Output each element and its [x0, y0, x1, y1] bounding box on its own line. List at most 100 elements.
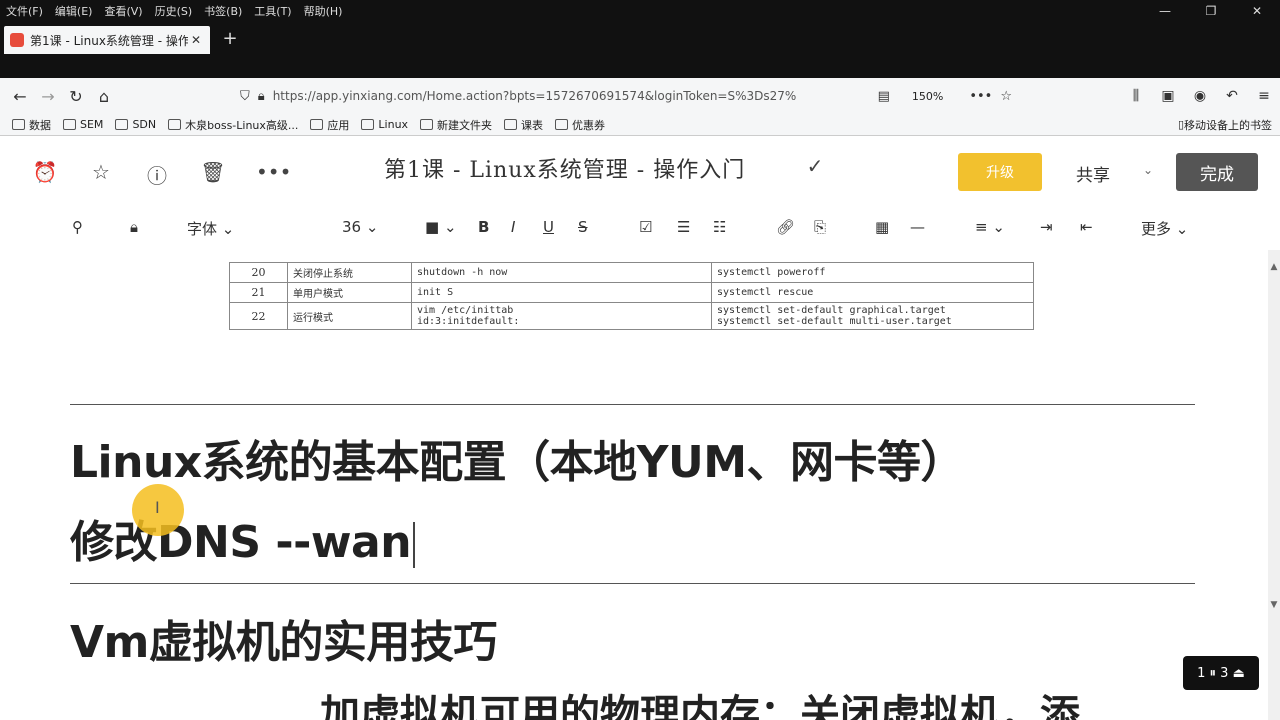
menu-icon[interactable]: ≡ — [1248, 88, 1280, 104]
star-icon[interactable]: ☆ — [1000, 89, 1012, 104]
nav-right-tools: ⫼ ▣ ◉ ↶ ≡ — [1120, 78, 1280, 114]
sync-check-icon: ✓ — [806, 154, 824, 178]
library-icon[interactable]: ⫼ — [1120, 88, 1152, 104]
menu-file[interactable]: 文件(F) — [0, 3, 49, 19]
forward-icon[interactable]: → — [34, 87, 62, 106]
bookmark-item[interactable]: 数据 — [12, 117, 51, 133]
table-row: 21 单用户模式 init S systemctl rescue — [229, 282, 1034, 303]
bookmark-item[interactable]: 优惠券 — [555, 117, 605, 133]
restore-button[interactable]: ❐ — [1188, 4, 1234, 18]
underline-icon[interactable]: U — [543, 218, 554, 236]
more-format-select[interactable]: 更多 ⌄ — [1141, 218, 1188, 239]
bookmarks-bar: 数据 SEM SDN 木泉boss-Linux高级... 应用 Linux 新建… — [0, 114, 1280, 136]
bookmark-item[interactable]: SEM — [63, 118, 103, 131]
bookmark-item[interactable]: SDN — [115, 118, 156, 131]
note-title[interactable]: 第1课 - Linux系统管理 - 操作入门 — [384, 152, 745, 184]
star-icon[interactable]: ☆ — [86, 160, 116, 184]
bookmark-item[interactable]: 应用 — [310, 117, 349, 133]
heading-vm-tips[interactable]: Vm虚拟机的实用技巧 — [70, 606, 497, 670]
bookmark-icon — [168, 119, 182, 130]
scroll-down-icon[interactable]: ▼ — [1268, 600, 1280, 610]
note-body[interactable]: 20 关闭停止系统 shutdown -h now systemctl powe… — [0, 250, 1268, 720]
strikethrough-icon[interactable]: S — [578, 218, 588, 236]
table-row: 22 运行模式 vim /etc/inittab id:3:initdefault… — [229, 302, 1034, 330]
chevron-down-icon[interactable]: ⌄ — [1143, 163, 1153, 177]
done-button[interactable]: 完成 — [1176, 153, 1258, 191]
menu-help[interactable]: 帮助(H) — [298, 3, 349, 19]
folder-icon — [115, 119, 129, 130]
bullet-list-icon[interactable]: ☰ — [677, 218, 690, 236]
recording-control-widget[interactable]: 1 ⏸ 3 ⏏ — [1183, 656, 1259, 690]
info-icon[interactable]: ⓘ — [142, 160, 172, 189]
menu-tools[interactable]: 工具(T) — [248, 3, 297, 19]
align-select[interactable]: ≡ ⌄ — [975, 218, 1005, 236]
tab-title: 第1课 - Linux系统管理 - 操作 — [30, 33, 188, 48]
browser-tab[interactable]: 第1课 - Linux系统管理 - 操作 ✕ — [4, 26, 210, 54]
table-cell: 20 — [229, 262, 288, 283]
mouse-highlight: I — [132, 484, 184, 536]
mobile-bookmarks[interactable]: ▯ 移动设备上的书签 — [1178, 117, 1272, 133]
divider — [70, 404, 1195, 405]
outdent-icon[interactable]: ⇤ — [1080, 218, 1093, 236]
scrollbar[interactable]: ▲ ▼ — [1268, 250, 1280, 720]
folder-icon — [12, 119, 25, 130]
account-icon[interactable]: ◉ — [1184, 88, 1216, 104]
reader-icon[interactable]: ▤ — [878, 89, 890, 104]
table-cell: 关闭停止系统 — [287, 262, 412, 283]
share-button[interactable]: 共享 — [1076, 161, 1110, 186]
indent-icon[interactable]: ⇥ — [1040, 218, 1053, 236]
i-beam-cursor-icon: I — [155, 498, 160, 517]
upgrade-button[interactable]: 升级 — [958, 153, 1042, 191]
search-icon[interactable]: ⚲ — [72, 218, 83, 236]
menu-edit[interactable]: 编辑(E) — [49, 3, 99, 19]
tab-close-icon[interactable]: ✕ — [188, 33, 204, 47]
lock-icon[interactable]: 🔒︎ — [130, 218, 138, 236]
bookmark-item[interactable]: 新建文件夹 — [420, 117, 492, 133]
italic-icon[interactable]: I — [511, 218, 515, 236]
checkbox-icon[interactable]: ☑ — [639, 218, 652, 236]
menu-view[interactable]: 查看(V) — [98, 3, 148, 19]
reminder-icon[interactable]: ⏰ — [30, 160, 60, 184]
lock-icon: 🔒︎ — [257, 88, 265, 104]
minimize-button[interactable]: — — [1142, 4, 1188, 18]
heading-modify-dns[interactable]: 修改DNS --wan — [70, 506, 416, 570]
zoom-level[interactable]: 150% — [912, 90, 943, 103]
more-options-icon[interactable]: ••• — [256, 160, 291, 184]
menu-bookmarks[interactable]: 书签(B) — [198, 3, 248, 19]
folder-icon — [310, 119, 324, 130]
link-icon[interactable]: 🔗︎ — [776, 218, 795, 236]
table-cell: systemctl poweroff — [711, 262, 1034, 283]
more-icon[interactable]: ••• — [969, 89, 992, 104]
sidebar-icon[interactable]: ▣ — [1152, 88, 1184, 104]
folder-icon — [361, 119, 375, 130]
folder-icon — [420, 119, 434, 130]
bookmark-item[interactable]: 木泉boss-Linux高级... — [168, 117, 298, 133]
numbered-list-icon[interactable]: ☷ — [713, 218, 726, 236]
bold-icon[interactable]: B — [478, 218, 489, 236]
home-icon[interactable]: ⌂ — [90, 87, 118, 106]
back-icon[interactable]: ← — [6, 87, 34, 106]
table-cell: 22 — [229, 302, 288, 330]
bookmark-item[interactable]: 课表 — [504, 117, 543, 133]
trash-icon[interactable]: 🗑︎ — [198, 160, 228, 184]
table-cell: 21 — [229, 282, 288, 303]
menu-history[interactable]: 历史(S) — [149, 3, 199, 19]
close-window-button[interactable]: ✕ — [1234, 4, 1280, 18]
reload-icon[interactable]: ↻ — [62, 87, 90, 106]
heading-basic-config[interactable]: Linux系统的基本配置（本地YUM、网卡等） — [70, 426, 965, 490]
new-tab-button[interactable]: + — [218, 28, 242, 49]
table-cell: init S — [411, 282, 712, 303]
scroll-up-icon[interactable]: ▲ — [1268, 262, 1280, 272]
font-size-select[interactable]: 36 ⌄ — [342, 218, 378, 236]
bookmark-item[interactable]: Linux — [361, 118, 408, 131]
menu-bar: 文件(F) 编辑(E) 查看(V) 历史(S) 书签(B) 工具(T) 帮助(H… — [0, 0, 1280, 22]
text-color-select[interactable]: ■ ⌄ — [425, 218, 457, 236]
undo-icon[interactable]: ↶ — [1216, 88, 1248, 104]
table-icon[interactable]: ▦ — [875, 218, 889, 236]
command-table: 20 关闭停止系统 shutdown -h now systemctl powe… — [229, 262, 1034, 330]
horizontal-rule-icon[interactable]: — — [910, 218, 925, 236]
attachment-icon[interactable]: ⎘ — [814, 218, 826, 236]
table-cell: shutdown -h now — [411, 262, 712, 283]
font-family-select[interactable]: 字体 ⌄ — [187, 218, 234, 239]
address-bar[interactable]: ⛉ 🔒︎ https://app.yinxiang.com/Home.actio… — [240, 83, 1020, 109]
